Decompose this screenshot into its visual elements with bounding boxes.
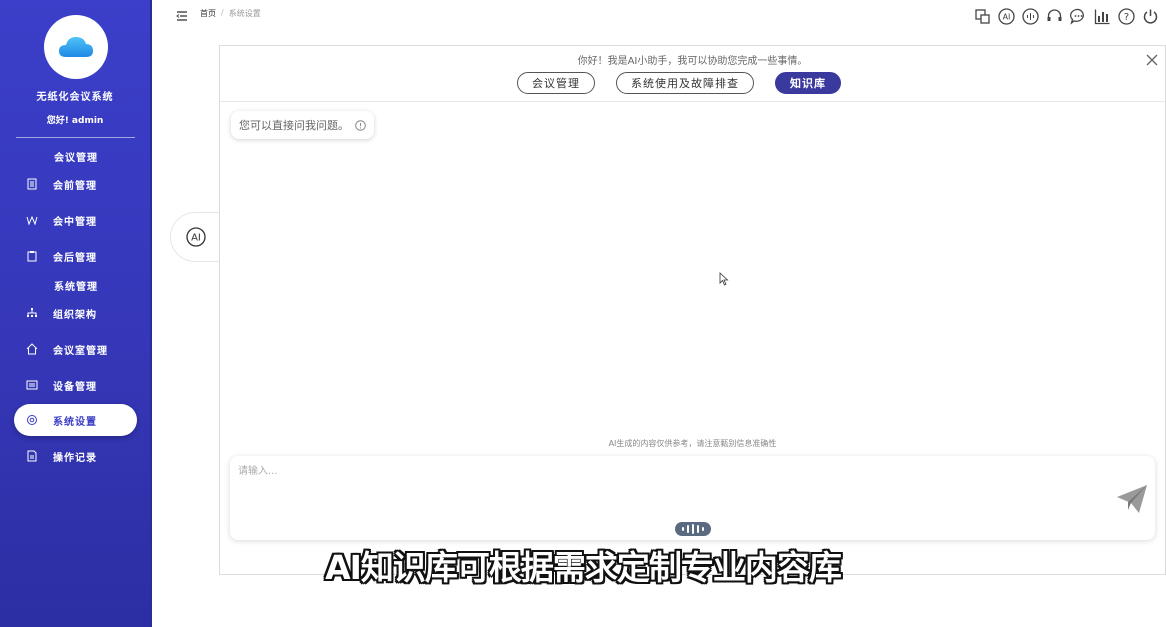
- document-icon: [25, 177, 39, 191]
- assistant-message-text: 您可以直接问我问题。: [239, 119, 349, 132]
- sidebar-item-label: 会中管理: [53, 216, 97, 228]
- group-title-meeting: 会议管理: [54, 153, 98, 164]
- sidebar-item-label: 操作记录: [53, 452, 97, 464]
- svg-text:AI: AI: [191, 233, 201, 244]
- sidebar-item-label: 设备管理: [53, 381, 97, 393]
- svg-text:?: ?: [1124, 12, 1129, 23]
- log-icon: [25, 449, 39, 463]
- sidebar-item-label: 会后管理: [53, 252, 97, 264]
- panel-header: 你好！我是AI小助手，我可以协助您完成一些事情。 会议管理 系统使用及故障排查 …: [220, 46, 1165, 102]
- sidebar-item-operation-log[interactable]: 操作记录: [14, 440, 137, 472]
- sidebar-item-label: 会议室管理: [53, 345, 108, 357]
- breadcrumb-home[interactable]: 首页: [200, 8, 216, 19]
- org-chart-icon: [25, 306, 39, 320]
- user-greeting: 您好! admin: [46, 116, 104, 126]
- welcome-message: 你好！我是AI小助手，我可以协助您完成一些事情。: [577, 56, 808, 67]
- send-icon[interactable]: [1115, 482, 1149, 516]
- bar-chart-icon[interactable]: [1093, 7, 1112, 26]
- sidebar-item-meeting-room[interactable]: 会议室管理: [14, 333, 137, 365]
- topic-chips: 会议管理 系统使用及故障排查 知识库: [517, 72, 841, 94]
- chip-meeting-management[interactable]: 会议管理: [517, 72, 595, 94]
- chip-knowledge-base[interactable]: 知识库: [775, 72, 841, 94]
- info-icon[interactable]: [355, 119, 366, 131]
- sidebar-item-in-meeting[interactable]: 会中管理: [14, 204, 137, 236]
- top-toolbar: AI ?: [973, 7, 1160, 26]
- sync-icon[interactable]: [973, 7, 992, 26]
- sidebar: 无纸化会议系统 您好! admin 会议管理 会前管理 会中管理 会后管理 系统…: [0, 0, 152, 627]
- voice-wave-icon[interactable]: [1021, 7, 1040, 26]
- ai-disclaimer: AI生成的内容仅供参考，请注意甄别信息准确性: [608, 439, 777, 448]
- help-icon[interactable]: ?: [1117, 7, 1136, 26]
- ai-icon: AI: [185, 227, 206, 247]
- sidebar-item-label: 组织架构: [53, 309, 97, 321]
- message-input-box: [230, 456, 1155, 540]
- sidebar-item-system-settings[interactable]: 系统设置: [14, 404, 137, 436]
- sidebar-item-label: 会前管理: [53, 180, 97, 192]
- breadcrumb-separator: /: [221, 8, 224, 17]
- voice-input-button[interactable]: [675, 522, 711, 536]
- sidebar-divider: [16, 137, 135, 138]
- settings-icon: [25, 413, 39, 427]
- sidebar-item-post-meeting[interactable]: 会后管理: [14, 240, 137, 272]
- close-icon[interactable]: [1145, 52, 1159, 66]
- message-input[interactable]: [238, 462, 1098, 522]
- mouse-cursor-icon: [719, 271, 729, 290]
- assistant-message-bubble: 您可以直接问我问题。: [231, 111, 374, 139]
- chat-bubble-icon[interactable]: [1069, 7, 1088, 26]
- breadcrumb: 首页 / 系统设置: [200, 8, 261, 19]
- svg-text:AI: AI: [1003, 13, 1011, 22]
- group-title-system: 系统管理: [54, 282, 98, 293]
- sidebar-item-label: 系统设置: [53, 416, 97, 428]
- sidebar-item-device[interactable]: 设备管理: [14, 369, 137, 401]
- menu-toggle-icon[interactable]: [176, 7, 188, 21]
- cloud-icon: [59, 37, 93, 57]
- logo: [44, 15, 108, 79]
- device-icon: [25, 378, 39, 392]
- video-subtitle: AI知识库可根据需求定制专业内容库: [325, 548, 842, 587]
- breadcrumb-current: 系统设置: [228, 9, 261, 18]
- power-icon[interactable]: [1141, 7, 1160, 26]
- sidebar-item-pre-meeting[interactable]: 会前管理: [14, 168, 137, 200]
- app-name: 无纸化会议系统: [36, 92, 114, 103]
- chip-troubleshooting[interactable]: 系统使用及故障排查: [616, 72, 754, 94]
- clipboard-icon: [25, 249, 39, 263]
- ai-assistant-panel: 你好！我是AI小助手，我可以协助您完成一些事情。 会议管理 系统使用及故障排查 …: [219, 45, 1166, 575]
- headset-icon[interactable]: [1045, 7, 1064, 26]
- wave-icon: [25, 213, 39, 227]
- ai-assistant-tab[interactable]: AI: [170, 212, 220, 262]
- sidebar-item-org-structure[interactable]: 组织架构: [14, 297, 137, 329]
- ai-icon[interactable]: AI: [997, 7, 1016, 26]
- home-icon: [25, 342, 39, 356]
